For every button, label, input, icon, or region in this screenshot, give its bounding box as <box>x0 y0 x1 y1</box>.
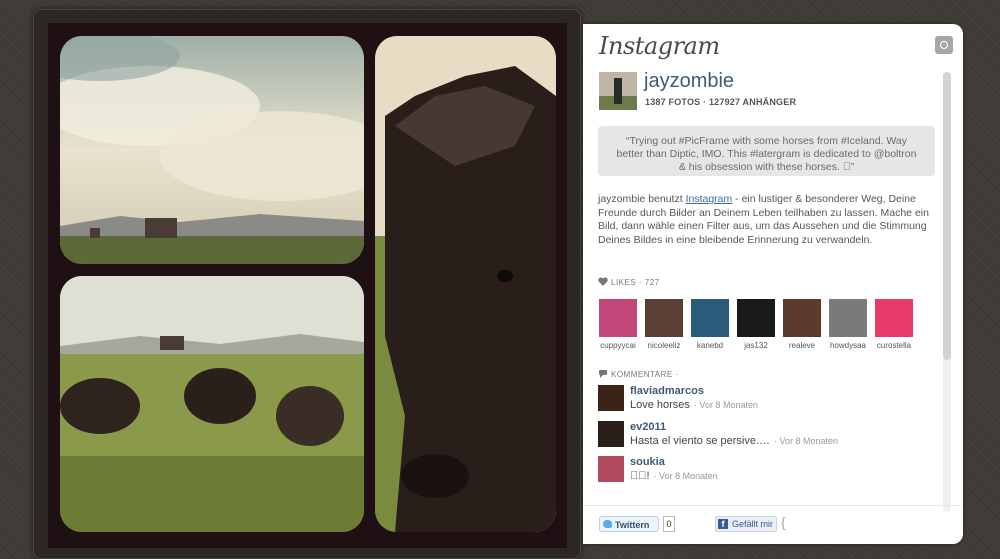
liker[interactable]: realeve <box>782 299 822 350</box>
liker-avatar[interactable] <box>783 299 821 337</box>
liker-name[interactable]: curostella <box>874 341 914 350</box>
liker-avatar[interactable] <box>829 299 867 337</box>
likes-label: LIKES <box>611 278 637 287</box>
tweet-count: 0 <box>663 516 675 532</box>
comment-text-row: Love horses · Vor 8 Monaten <box>630 399 758 411</box>
commenter-username[interactable]: soukia <box>630 456 665 468</box>
comment-timestamp: · Vor 8 Monaten <box>693 400 758 410</box>
commenter-avatar[interactable] <box>598 421 624 447</box>
liker-name[interactable]: nicoleeliz <box>644 341 684 350</box>
likes-header: LIKES · 727 <box>598 277 660 287</box>
photo-tile-landscape <box>60 36 364 264</box>
commenter-username[interactable]: flaviadmarcos <box>630 385 704 397</box>
instagram-logo: Instagram <box>599 32 720 60</box>
comments-header: KOMMENTARE · <box>598 369 679 379</box>
facebook-like-button[interactable]: f Gefällt mir <box>715 516 777 532</box>
liker[interactable]: nicoleeliz <box>644 299 684 350</box>
liker-name[interactable]: realeve <box>782 341 822 350</box>
liker-name[interactable]: kanebd <box>690 341 730 350</box>
description-text-before: jayzombie benutzt <box>598 193 686 205</box>
comment-text: Hasta el viento se persive.… <box>630 435 771 447</box>
instagram-card: Instagram jayzombie 1387 FOTOS · 127927 … <box>583 24 963 544</box>
facebook-icon: f <box>718 519 728 529</box>
comment-text-row: ￿￿! · Vor 8 Monaten <box>630 470 718 482</box>
liker-name[interactable]: howdysaa <box>828 341 868 350</box>
comment-timestamp: · Vor 8 Monaten <box>774 436 839 446</box>
comments-suffix: · <box>675 370 679 379</box>
liker[interactable]: jas132 <box>736 299 776 350</box>
liker[interactable]: cuppyycai <box>598 299 638 350</box>
tweet-label: Twittern <box>615 520 650 530</box>
commenter-username[interactable]: ev2011 <box>630 421 666 433</box>
commenter-avatar[interactable] <box>598 385 624 411</box>
liker-avatar[interactable] <box>737 299 775 337</box>
liker-avatar[interactable] <box>691 299 729 337</box>
liker-avatar[interactable] <box>875 299 913 337</box>
liker[interactable]: kanebd <box>690 299 730 350</box>
fb-label: Gefällt mir <box>732 519 774 529</box>
comment-icon <box>599 370 607 378</box>
liker-avatar[interactable] <box>645 299 683 337</box>
fb-count: { <box>781 514 786 530</box>
liker-avatar[interactable] <box>599 299 637 337</box>
comment-text-row: Hasta el viento se persive.… · Vor 8 Mona… <box>630 435 838 447</box>
comment-text: ￿￿! <box>630 470 650 482</box>
tweet-button[interactable]: Twittern <box>599 516 659 532</box>
caption-text: “Trying out #PicFrame with some horses f… <box>616 135 917 173</box>
comment-text: Love horses <box>630 399 690 411</box>
photo-tile-horses <box>60 276 364 532</box>
twitter-bird-icon <box>603 520 612 528</box>
instagram-link[interactable]: Instagram <box>686 193 733 205</box>
comment-timestamp: · Vor 8 Monaten <box>653 471 718 481</box>
avatar[interactable] <box>599 72 637 110</box>
commenter-avatar[interactable] <box>598 456 624 482</box>
comments-label: KOMMENTARE <box>611 370 673 379</box>
likes-count: · 727 <box>638 278 660 287</box>
username-link[interactable]: jayzombie <box>644 70 734 93</box>
scrollbar-thumb[interactable] <box>943 72 951 360</box>
instagram-description: jayzombie benutzt Instagram - ein lustig… <box>598 193 938 247</box>
photo-tile-horse-portrait <box>375 36 556 532</box>
liker[interactable]: howdysaa <box>828 299 868 350</box>
share-footer: Twittern 0 f Gefällt mir { <box>583 505 963 545</box>
camera-icon[interactable] <box>935 36 953 54</box>
photo-caption: “Trying out #PicFrame with some horses f… <box>598 126 935 176</box>
liker[interactable]: curostella <box>874 299 914 350</box>
user-stats: 1387 FOTOS · 127927 ANHÄNGER <box>645 97 797 107</box>
liker-name[interactable]: jas132 <box>736 341 776 350</box>
liker-name[interactable]: cuppyycai <box>598 341 638 350</box>
heart-icon <box>598 277 608 286</box>
